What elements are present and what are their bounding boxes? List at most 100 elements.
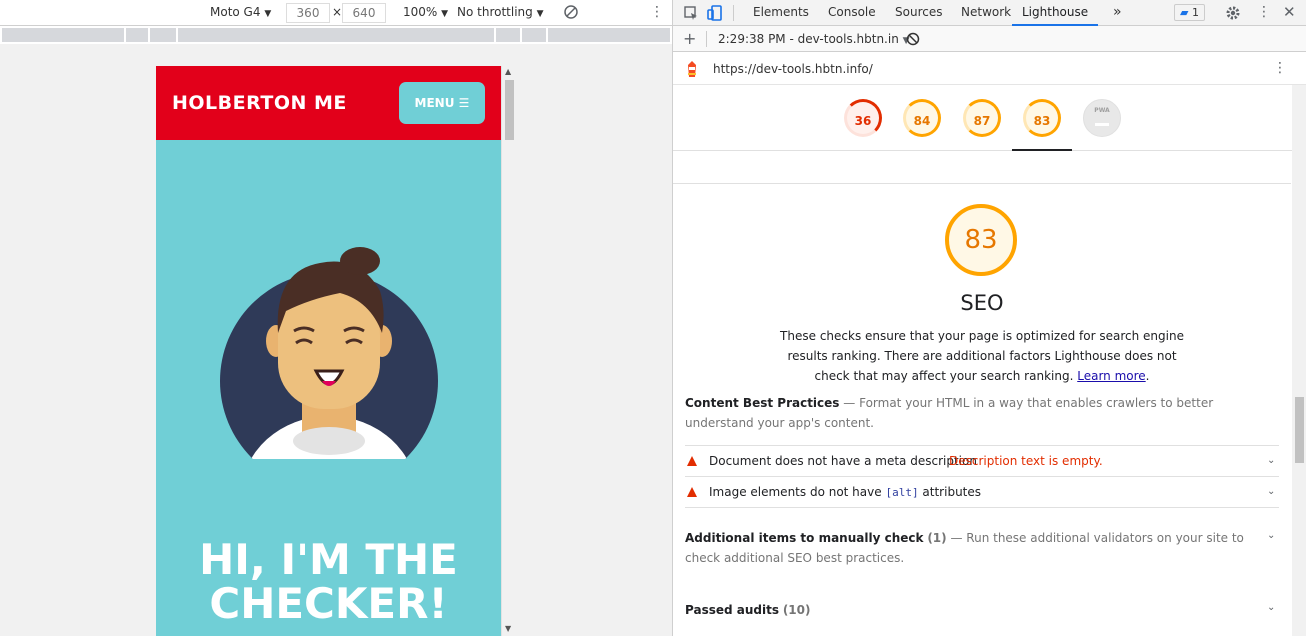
rotate-icon[interactable] <box>563 4 579 20</box>
hero-line-2: CHECKER! <box>209 579 448 628</box>
phone-scroll-thumb[interactable] <box>505 80 514 140</box>
more-options-icon[interactable]: ⋮ <box>650 4 664 20</box>
group-count: (10) <box>782 603 811 617</box>
chevron-down-icon[interactable]: ⌄ <box>1267 530 1275 541</box>
learn-more-link[interactable]: Learn more <box>1077 369 1145 383</box>
issues-badge[interactable]: ▰ 1 <box>1174 4 1205 21</box>
manual-checks-group[interactable]: Additional items to manually check (1) —… <box>685 528 1255 568</box>
section-divider <box>673 183 1291 184</box>
devtools-tabbar: Elements Console Sources Network Lightho… <box>673 0 1306 26</box>
audit-title: Image elements do not have [alt] attribu… <box>709 477 981 508</box>
devtools-pane: Elements Console Sources Network Lightho… <box>673 0 1306 636</box>
report-menu-icon[interactable]: ⋮ <box>1273 60 1287 76</box>
ruler-segment[interactable] <box>178 28 494 42</box>
hero-heading: HI, I'M THE CHECKER! <box>156 538 501 626</box>
score-gauges: 36 84 87 83 PWA <box>673 85 1293 151</box>
audit-meta-description[interactable]: Document does not have a meta descriptio… <box>685 445 1279 475</box>
chevron-down-icon[interactable]: ⌄ <box>1267 602 1275 613</box>
scroll-down-icon[interactable]: ▼ <box>505 624 511 633</box>
device-toggle-icon[interactable] <box>707 5 723 21</box>
audit-title-part: attributes <box>922 485 982 499</box>
report-scrollbar[interactable] <box>1292 85 1306 636</box>
gauge-best-practices[interactable]: 87 <box>963 99 1001 137</box>
chevron-down-icon[interactable]: ⌄ <box>1267 477 1275 507</box>
group-dash: — <box>843 396 856 410</box>
hero-line-1: HI, I'M THE <box>199 535 458 584</box>
phone-scrollbar[interactable]: ▲ ▼ <box>501 66 516 636</box>
more-tabs-icon[interactable]: » <box>1113 0 1122 26</box>
gauge-performance[interactable]: 36 <box>844 99 882 137</box>
pwa-label: PWA <box>1094 107 1110 114</box>
avatar-illustration <box>220 247 438 459</box>
report-scroll-thumb[interactable] <box>1295 397 1304 463</box>
report-select[interactable]: 2:29:38 PM - dev-tools.hbtn.in ▼ <box>718 32 910 46</box>
chevron-down-icon[interactable]: ⌄ <box>1267 446 1275 476</box>
tab-lighthouse[interactable]: Lighthouse <box>1012 0 1099 26</box>
report-label: 2:29:38 PM - dev-tools.hbtn.in <box>718 32 899 46</box>
ruler-segment[interactable] <box>548 28 670 42</box>
passed-audits-group[interactable]: Passed audits (10) <box>685 600 810 620</box>
report-url[interactable]: https://dev-tools.hbtn.info/ <box>713 62 873 76</box>
scroll-up-icon[interactable]: ▲ <box>505 67 511 76</box>
height-input[interactable]: 640 <box>342 3 386 23</box>
phone-viewport: HOLBERTON ME MENU ☰ HI, I'M THE CHECKER! <box>156 66 501 636</box>
add-report-icon[interactable]: + <box>683 29 696 48</box>
close-icon[interactable]: ✕ <box>1283 4 1296 20</box>
device-name: Moto G4 <box>210 5 261 19</box>
issues-count: 1 <box>1191 6 1199 19</box>
category-description: These checks ensure that your page is op… <box>780 329 1184 383</box>
gauge-value: 87 <box>973 114 991 128</box>
toolbar-separator <box>733 5 734 21</box>
ruler-segment[interactable] <box>2 28 124 42</box>
gauge-seo[interactable]: 83 <box>1023 99 1061 137</box>
gauge-accessibility[interactable]: 84 <box>903 99 941 137</box>
fail-triangle-icon <box>687 487 697 497</box>
fail-triangle-icon <box>687 456 697 466</box>
seo-score-gauge: 83 <box>945 204 1017 276</box>
dimension-times: × <box>332 5 343 19</box>
inspect-element-icon[interactable] <box>683 5 699 21</box>
tab-network[interactable]: Network <box>961 0 1011 26</box>
content-best-practices-group: Content Best Practices — Format your HTM… <box>685 393 1279 433</box>
ruler-segment[interactable] <box>126 28 148 42</box>
menu-button[interactable]: MENU ☰ <box>399 82 485 124</box>
zoom-value: 100% <box>403 5 438 19</box>
device-toolbar: Moto G4 ▼ 360 × 640 100% ▼ No throttling… <box>0 0 672 26</box>
caret-down-icon: ▼ <box>536 9 544 19</box>
audit-code: [alt] <box>885 486 919 499</box>
category-title: SEO <box>960 291 1004 315</box>
audit-title: Document does not have a meta descriptio… <box>709 454 977 468</box>
url-bar: https://dev-tools.hbtn.info/ ⋮ <box>673 53 1306 85</box>
caret-down-icon: ▼ <box>264 9 272 19</box>
hamburger-icon: ☰ <box>458 96 470 110</box>
throttling-select[interactable]: No throttling ▼ <box>457 5 544 19</box>
devtools-menu-icon[interactable]: ⋮ <box>1257 4 1271 20</box>
ruler-segment[interactable] <box>150 28 176 42</box>
tab-sources[interactable]: Sources <box>895 0 942 26</box>
site-brand[interactable]: HOLBERTON ME <box>172 92 347 114</box>
site-header: HOLBERTON ME MENU ☰ <box>156 66 501 140</box>
device-select[interactable]: Moto G4 ▼ <box>210 5 271 19</box>
tab-console[interactable]: Console <box>828 0 876 26</box>
audit-title-part: Image elements do not have <box>709 485 882 499</box>
group-title: Passed audits <box>685 603 779 617</box>
media-query-ruler <box>0 26 672 44</box>
caret-down-icon: ▼ <box>441 9 449 19</box>
audit-image-alt[interactable]: Image elements do not have [alt] attribu… <box>685 476 1279 506</box>
ruler-segment[interactable] <box>496 28 520 42</box>
tab-elements[interactable]: Elements <box>753 0 809 26</box>
message-icon: ▰ <box>1180 6 1189 19</box>
gauge-pwa[interactable]: PWA <box>1083 99 1121 137</box>
ruler-segment[interactable] <box>522 28 546 42</box>
gauge-value: 36 <box>854 114 872 128</box>
menu-label: MENU <box>414 96 455 110</box>
clear-block-icon[interactable] <box>906 32 920 46</box>
width-input[interactable]: 360 <box>286 3 330 23</box>
group-count: (1) <box>927 531 947 545</box>
gauge-value: 84 <box>913 114 931 128</box>
selected-gauge-underline <box>1012 149 1072 151</box>
settings-gear-icon[interactable] <box>1225 5 1241 21</box>
audit-divider <box>685 507 1279 508</box>
device-pane: Moto G4 ▼ 360 × 640 100% ▼ No throttling… <box>0 0 672 636</box>
zoom-select[interactable]: 100% ▼ <box>403 5 448 19</box>
